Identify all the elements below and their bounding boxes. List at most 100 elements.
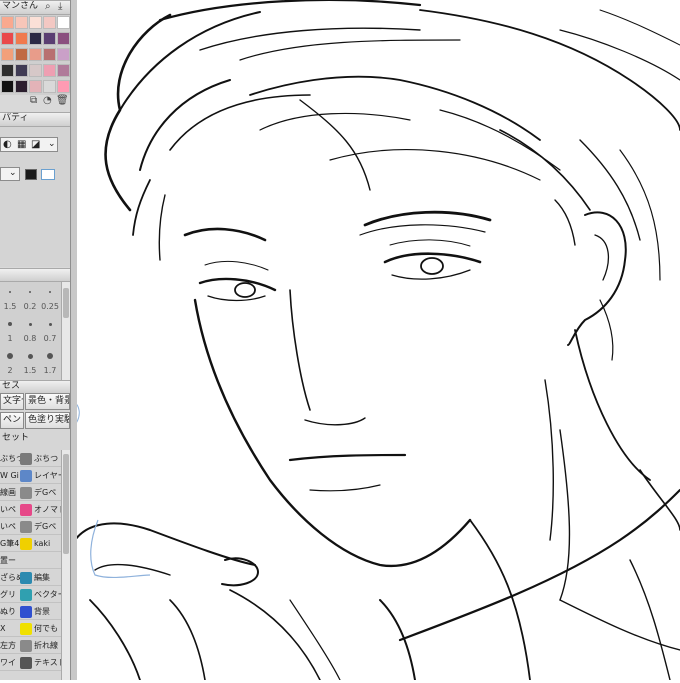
subtool-item[interactable]: テキスト [20, 654, 61, 671]
palette-swatch[interactable] [29, 16, 42, 29]
palette-swatch[interactable] [43, 64, 56, 77]
brush-size-value[interactable]: 1.5 [20, 366, 40, 375]
subtool-title-bar[interactable]: セス [0, 380, 70, 394]
palette-swatch[interactable] [1, 64, 14, 77]
brush-size-value[interactable]: 0.7 [40, 334, 60, 343]
palette-swatch[interactable] [15, 64, 28, 77]
subtool-button-coloring[interactable]: 色塗り実験 [25, 412, 70, 429]
palette-swatch[interactable] [29, 32, 42, 45]
subtool-item[interactable]: 置ー [0, 552, 20, 569]
palette-swatch[interactable] [1, 16, 14, 29]
subtool-item[interactable]: デGペ [20, 484, 61, 501]
brush-size-value[interactable]: 0.2 [20, 302, 40, 311]
copy-icon[interactable]: ⧉ [30, 95, 37, 107]
palette-swatch[interactable] [15, 80, 28, 93]
shape-icon[interactable]: ◔ [43, 95, 52, 107]
palette-title-bar[interactable]: マンさん ⌕ ⤓ [0, 0, 70, 15]
left-panel: マンさん ⌕ ⤓ ⧉ ◔ 🗑 パティ ◐ ▦ ◪ ⌄ ⌄ 1.5 0.2 0.25 1… [0, 0, 71, 680]
drawing-canvas[interactable] [71, 0, 680, 681]
blend-mode-select[interactable]: ◐ ▦ ◪ ⌄ [0, 137, 58, 152]
subtool-item[interactable]: 何でも [20, 620, 61, 637]
palette-icon-row: ⧉ ◔ 🗑 [0, 95, 70, 109]
subtool-item[interactable]: 左方 [0, 637, 20, 654]
subtool-item-label: デGペ [34, 488, 57, 497]
chevron-down-icon: ⌄ [9, 168, 17, 178]
brush-size-value[interactable]: 0.8 [20, 334, 40, 343]
palette-swatch[interactable] [57, 48, 70, 61]
subtool-item[interactable]: オノマト [20, 501, 61, 518]
palette-swatch[interactable] [43, 16, 56, 29]
subtool-item[interactable] [20, 552, 61, 569]
subtool-item[interactable]: デGペ [20, 518, 61, 535]
subtool-list: ぶちつぶちつW Giレイヤー線画デGペいペオノマトいペデGペG筆4kaki置ーざ… [0, 450, 61, 680]
palette-swatch[interactable] [29, 80, 42, 93]
brush-size-value[interactable]: 2 [0, 366, 20, 375]
brush-size-title-bar[interactable] [0, 268, 70, 282]
palette-swatch[interactable] [29, 64, 42, 77]
palette-swatch[interactable] [43, 48, 56, 61]
subtool-item[interactable]: G筆4 [0, 535, 20, 552]
layer-color-select[interactable]: ⌄ [0, 167, 20, 181]
brush-size-value[interactable]: 0.25 [40, 302, 60, 311]
main-color-swatch[interactable] [25, 169, 37, 180]
palette-swatch[interactable] [15, 32, 28, 45]
brush-size-scrollbar[interactable] [61, 282, 70, 380]
subtool-item[interactable]: 編集 [20, 569, 61, 586]
pen-tool-icon [20, 588, 32, 601]
brush-size-value[interactable]: 1.7 [40, 366, 60, 375]
subtool-item[interactable]: 背景 [20, 603, 61, 620]
palette-swatch[interactable] [43, 80, 56, 93]
subtool-item[interactable]: 線画 [0, 484, 20, 501]
subtool-item[interactable]: ぶちつ [0, 450, 20, 467]
pen-tool-icon [20, 639, 32, 652]
palette-swatch[interactable] [1, 32, 14, 45]
subtool-item[interactable]: 折れ線 [20, 637, 61, 654]
subtool-item-label: kaki [34, 539, 51, 548]
subtool-item[interactable]: いペ [0, 518, 20, 535]
subtool-item-label: 折れ線 [34, 641, 58, 650]
subtool-item[interactable]: ざらめ [0, 569, 20, 586]
subtool-scrollbar[interactable] [61, 450, 70, 680]
subtool-item[interactable]: kaki [20, 535, 61, 552]
palette-swatch[interactable] [1, 80, 14, 93]
sub-color-swatch[interactable] [41, 169, 55, 180]
subtool-item[interactable]: いペ [0, 501, 20, 518]
subtool-group-label: セット [2, 433, 30, 443]
brush-size-value[interactable]: 1.5 [0, 302, 20, 311]
brush-size-dot [8, 322, 12, 326]
palette-swatch[interactable] [57, 32, 70, 45]
color-palette-grid [0, 15, 70, 95]
pen-tool-icon [20, 537, 32, 550]
save-icon[interactable]: ⤓ [58, 1, 62, 13]
subtool-button-scenery[interactable]: 景色・背景 [25, 393, 70, 410]
brush-size-value[interactable]: 1 [0, 334, 20, 343]
palette-swatch[interactable] [57, 16, 70, 29]
subtool-item[interactable]: ぶちつ [20, 450, 61, 467]
subtool-item[interactable]: ベクター [20, 586, 61, 603]
palette-swatch[interactable] [15, 48, 28, 61]
pen-tool-icon [20, 605, 32, 618]
palette-swatch[interactable] [57, 80, 70, 93]
brush-size-dot [29, 291, 31, 293]
subtool-item-label: テキスト [34, 658, 61, 667]
search-icon[interactable]: ⌕ [45, 1, 51, 13]
palette-swatch[interactable] [1, 48, 14, 61]
palette-swatch[interactable] [57, 64, 70, 77]
subtool-item[interactable]: X [0, 620, 20, 637]
palette-swatch[interactable] [15, 16, 28, 29]
subtool-item[interactable]: グリ [0, 586, 20, 603]
properties-title: パティ [2, 113, 29, 123]
subtool-item-label: オノマト [34, 505, 61, 514]
palette-swatch[interactable] [43, 32, 56, 45]
subtool-item[interactable]: ぬり [0, 603, 20, 620]
pen-tool-icon [20, 452, 32, 465]
properties-title-bar[interactable]: パティ [0, 112, 70, 127]
subtool-item-label: 背景 [34, 607, 50, 616]
subtool-button-text[interactable]: 文字セ [0, 393, 24, 410]
subtool-item[interactable]: W Gi [0, 467, 20, 484]
trash-icon[interactable]: 🗑 [56, 95, 69, 107]
subtool-item[interactable]: ワイ [0, 654, 20, 671]
subtool-item[interactable]: レイヤー [20, 467, 61, 484]
subtool-button-pen[interactable]: ペン [0, 412, 24, 429]
palette-swatch[interactable] [29, 48, 42, 61]
